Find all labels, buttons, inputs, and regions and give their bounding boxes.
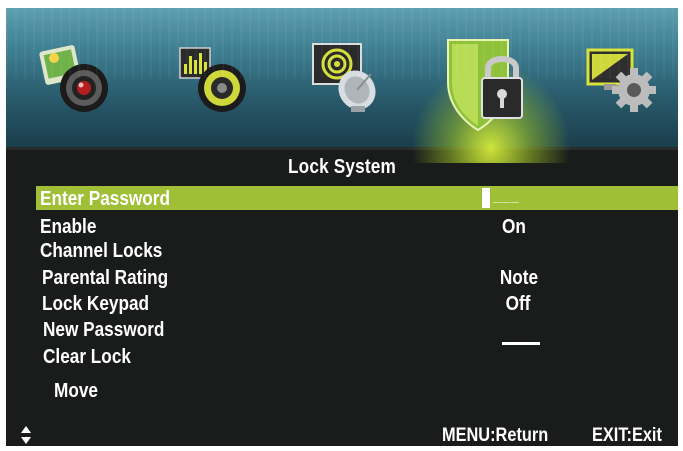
lock-keypad-value[interactable]: Off: [492, 293, 544, 316]
menu-item-lock-keypad[interactable]: Lock Keypad: [42, 293, 149, 316]
enable-value[interactable]: On: [488, 216, 540, 239]
sound-speaker-icon[interactable]: [176, 38, 256, 118]
menu-return-hint: MENU:Return: [442, 425, 549, 446]
menu-item-parental-rating[interactable]: Parental Rating: [42, 267, 168, 290]
menu-item-enable[interactable]: Enable: [40, 216, 96, 239]
password-input[interactable]: ___: [493, 188, 519, 204]
channel-satellite-icon[interactable]: [311, 38, 391, 118]
parental-rating-value[interactable]: Note: [493, 267, 545, 290]
exit-hint: EXIT:Exit: [592, 425, 662, 446]
menu-item-clear-lock[interactable]: Clear Lock: [43, 346, 131, 369]
move-hint: Move: [54, 380, 98, 402]
category-icon-bar: [6, 8, 678, 163]
new-password-input[interactable]: [502, 342, 540, 345]
up-down-arrow-icon: [21, 426, 31, 444]
menu-item-enter-password[interactable]: Enter Password: [40, 188, 170, 211]
tv-osd-screen: Lock System Enter Password ___ Enable On…: [6, 8, 678, 446]
menu-item-new-password[interactable]: New Password: [43, 319, 164, 342]
password-cursor: [482, 188, 490, 208]
setup-gear-icon[interactable]: [584, 38, 664, 118]
menu-title: Lock System: [287, 156, 397, 178]
lock-shield-icon[interactable]: [438, 34, 534, 134]
picture-camera-icon[interactable]: [36, 38, 116, 118]
menu-item-channel-locks[interactable]: Channel Locks: [40, 240, 162, 263]
